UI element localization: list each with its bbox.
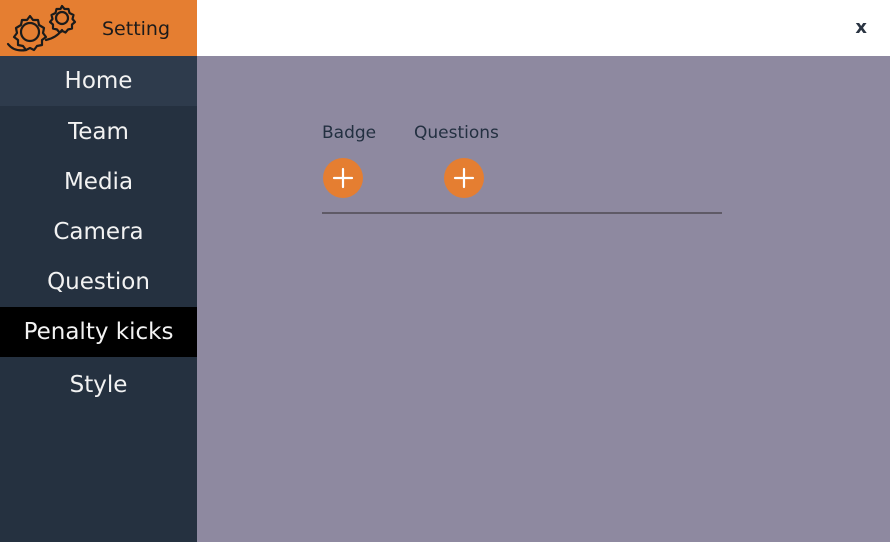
sidebar: Home Team Media Camera Question Penalty … [0, 56, 197, 542]
plus-icon [332, 167, 354, 189]
sidebar-item-media[interactable]: Media [0, 157, 197, 207]
gears-icon [6, 4, 77, 52]
sidebar-item-camera[interactable]: Camera [0, 207, 197, 257]
settings-window: Setting x Home Team Media Camera Questio… [0, 0, 890, 542]
sidebar-item-penalty-kicks[interactable]: Penalty kicks [0, 307, 197, 357]
content-panel: Badge Questions [197, 56, 890, 542]
plus-icon [453, 167, 475, 189]
sidebar-item-home[interactable]: Home [0, 56, 197, 106]
app-title: Setting [102, 18, 171, 40]
add-question-button[interactable] [444, 158, 484, 198]
questions-label: Questions [414, 123, 499, 143]
sidebar-item-style[interactable]: Style [0, 360, 197, 410]
sidebar-item-team[interactable]: Team [0, 107, 197, 157]
brand-header: Setting [0, 0, 197, 56]
title-bar: Setting x [0, 0, 890, 56]
add-badge-button[interactable] [323, 158, 363, 198]
section-divider [322, 212, 722, 214]
close-button[interactable]: x [855, 17, 867, 39]
badge-label: Badge [322, 123, 377, 143]
sidebar-item-question[interactable]: Question [0, 257, 197, 307]
